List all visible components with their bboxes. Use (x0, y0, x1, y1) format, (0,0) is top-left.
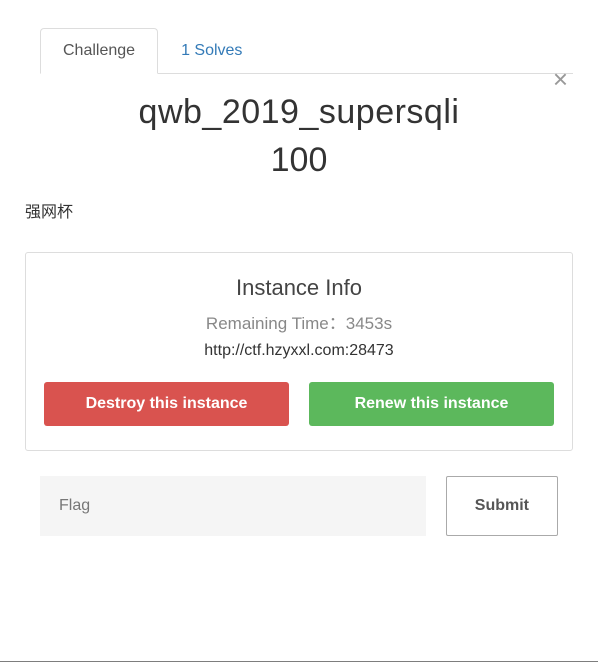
flag-row: Submit (40, 476, 558, 536)
remaining-value: 3453s (346, 314, 392, 333)
submit-button[interactable]: Submit (446, 476, 558, 536)
tab-challenge[interactable]: Challenge (40, 28, 158, 74)
instance-button-row: Destroy this instance Renew this instanc… (44, 382, 554, 426)
flag-input[interactable] (40, 476, 426, 536)
destroy-button[interactable]: Destroy this instance (44, 382, 289, 426)
tab-bar: Challenge 1 Solves (40, 28, 573, 74)
title-block: qwb_2019_supersqli 100 (0, 74, 598, 190)
remaining-time: Remaining Time：3453s (44, 309, 554, 334)
challenge-title: qwb_2019_supersqli (30, 89, 568, 137)
instance-heading: Instance Info (44, 275, 554, 301)
remaining-label: Remaining Time： (206, 314, 346, 333)
bottom-divider (0, 661, 598, 662)
instance-panel: Instance Info Remaining Time：3453s http:… (25, 252, 573, 451)
close-icon[interactable]: × (553, 66, 568, 92)
renew-button[interactable]: Renew this instance (309, 382, 554, 426)
challenge-points: 100 (30, 141, 568, 180)
instance-url[interactable]: http://ctf.hzyxxl.com:28473 (44, 342, 554, 360)
challenge-category: 强网杯 (0, 190, 598, 252)
tab-solves[interactable]: 1 Solves (158, 28, 265, 74)
challenge-modal: × Challenge 1 Solves qwb_2019_supersqli … (0, 28, 598, 663)
